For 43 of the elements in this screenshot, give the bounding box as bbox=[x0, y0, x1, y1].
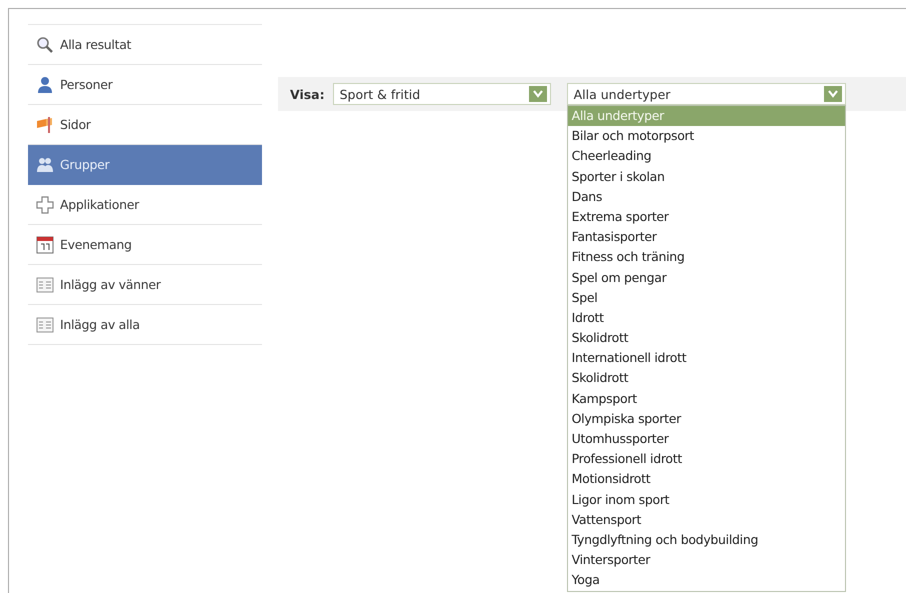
dropdown-option[interactable]: Olympiska sporter bbox=[568, 408, 845, 429]
dropdown-option[interactable]: Ligor inom sport bbox=[568, 490, 845, 510]
dropdown-option[interactable]: Sporter i skolan bbox=[568, 166, 845, 187]
post-icon bbox=[36, 276, 54, 294]
sidebar-item[interactable]: Inlägg av alla bbox=[28, 305, 262, 345]
category-select[interactable]: Sport & fritid bbox=[332, 83, 551, 105]
dropdown-option[interactable]: Skolidrott bbox=[568, 328, 845, 348]
flag-icon bbox=[36, 116, 54, 134]
dropdown-option[interactable]: Spel bbox=[568, 288, 845, 308]
dropdown-option[interactable]: Spel om pengar bbox=[568, 268, 845, 288]
dropdown-option[interactable]: Vattensport bbox=[568, 510, 845, 530]
dropdown-option[interactable]: Vintersporter bbox=[568, 550, 845, 570]
sidebar-item[interactable]: Evenemang bbox=[28, 225, 262, 265]
subtype-select[interactable]: Alla undertyper bbox=[566, 83, 846, 105]
person-icon bbox=[36, 76, 54, 94]
caret-icon bbox=[528, 86, 547, 102]
sidebar-item[interactable]: Inlägg av vänner bbox=[28, 265, 262, 305]
dropdown-option[interactable]: Kampsport bbox=[568, 388, 845, 409]
dropdown-option[interactable]: Cheerleading bbox=[568, 146, 845, 167]
dropdown-option[interactable]: Extrema sporter bbox=[568, 206, 845, 228]
filter-label: Visa: bbox=[290, 86, 325, 102]
sidebar-item[interactable]: Personer bbox=[28, 65, 262, 105]
dropdown-option[interactable]: Idrott bbox=[568, 308, 845, 328]
caret-icon bbox=[824, 86, 842, 102]
dropdown-option[interactable]: Internationell idrott bbox=[568, 348, 845, 368]
dropdown-option[interactable]: Yoga bbox=[568, 570, 845, 590]
post-icon bbox=[36, 316, 54, 334]
dropdown-option[interactable]: Utomhussporter bbox=[568, 429, 845, 450]
sidebar-item[interactable]: Applikationer bbox=[28, 185, 262, 225]
sidebar-item[interactable]: Alla resultat bbox=[28, 25, 262, 65]
dropdown-option[interactable]: Professionell idrott bbox=[568, 449, 845, 470]
dropdown-option[interactable]: Dans bbox=[568, 186, 845, 207]
search-icon bbox=[36, 36, 54, 54]
dropdown-option[interactable]: Skolidrott bbox=[568, 368, 845, 389]
dropdown-option[interactable]: Fitness och träning bbox=[568, 247, 845, 268]
dropdown-option[interactable]: Tyngdlyftning och bodybuilding bbox=[568, 530, 845, 550]
dropdown-option[interactable]: Bilar och motorpsort bbox=[568, 126, 845, 146]
group-icon bbox=[36, 156, 54, 174]
calendar-icon bbox=[36, 236, 54, 254]
sidebar-item[interactable]: Grupper bbox=[28, 145, 262, 185]
puzzle-icon bbox=[36, 196, 54, 214]
dropdown-option[interactable]: Fantasisporter bbox=[568, 227, 845, 248]
dropdown-option[interactable]: Motionsidrott bbox=[568, 469, 845, 490]
